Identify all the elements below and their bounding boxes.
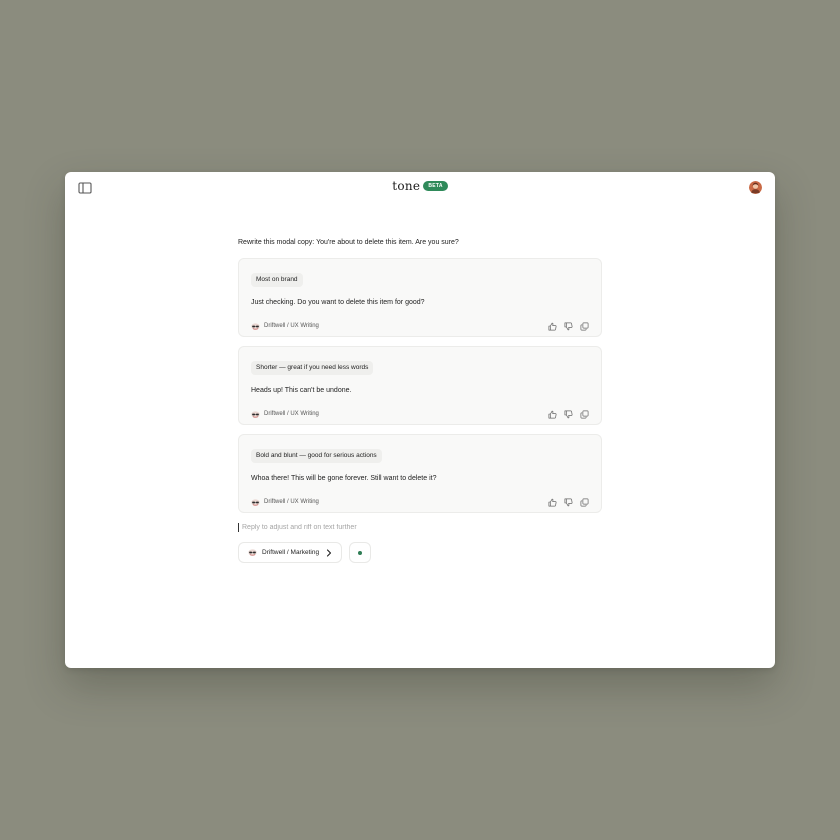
- app-window: tone BETA Rewrite this modal copy: You'r…: [65, 172, 775, 668]
- suggestion-source: Driftwell / UX Writing: [251, 410, 319, 418]
- profile-selector[interactable]: Driftwell / Marketing: [238, 542, 342, 563]
- reply-area: [238, 522, 602, 532]
- suggestion-footer: Driftwell / UX Writing: [251, 321, 589, 331]
- status-button[interactable]: [349, 542, 371, 563]
- thumbs-down-icon[interactable]: [564, 322, 573, 331]
- copy-icon[interactable]: [580, 410, 589, 419]
- brand: tone BETA: [65, 179, 775, 193]
- suggestion-actions: [548, 498, 589, 507]
- suggestion-label: Most on brand: [251, 273, 303, 287]
- suggestion-actions: [548, 322, 589, 331]
- suggestion-card: Shorter — great if you need less words H…: [238, 346, 602, 425]
- thumbs-up-icon[interactable]: [548, 410, 557, 419]
- composer-controls: Driftwell / Marketing: [238, 542, 602, 563]
- suggestion-footer: Driftwell / UX Writing: [251, 497, 589, 507]
- suggestion-source: Driftwell / UX Writing: [251, 498, 319, 506]
- suggestion-actions: [548, 410, 589, 419]
- text-caret: [238, 522, 239, 532]
- suggestion-footer: Driftwell / UX Writing: [251, 409, 589, 419]
- chevron-right-icon: [326, 548, 332, 557]
- avatar[interactable]: [749, 181, 762, 194]
- suggestion-card: Bold and blunt — good for serious action…: [238, 434, 602, 513]
- logo: tone: [392, 179, 421, 193]
- source-label: Driftwell / UX Writing: [264, 323, 319, 329]
- thumbs-down-icon[interactable]: [564, 410, 573, 419]
- thumbs-up-icon[interactable]: [548, 498, 557, 507]
- beta-badge: BETA: [423, 181, 448, 191]
- copy-icon[interactable]: [580, 498, 589, 507]
- thumbs-up-icon[interactable]: [548, 322, 557, 331]
- suggestion-text: Whoa there! This will be gone forever. S…: [251, 475, 437, 482]
- brand-glasses-icon: [251, 498, 260, 506]
- suggestion-text: Just checking. Do you want to delete thi…: [251, 299, 425, 306]
- brand-glasses-icon: [248, 549, 257, 556]
- brand-glasses-icon: [251, 410, 260, 418]
- user-avatar-icon: [749, 181, 762, 194]
- conversation: Rewrite this modal copy: You're about to…: [238, 238, 602, 563]
- status-dot-icon: [358, 550, 362, 555]
- brand-glasses-icon: [251, 322, 260, 330]
- suggestion-text: Heads up! This can't be undone.: [251, 387, 352, 394]
- suggestion-label: Bold and blunt — good for serious action…: [251, 449, 382, 463]
- suggestion-source: Driftwell / UX Writing: [251, 322, 319, 330]
- source-label: Driftwell / UX Writing: [264, 411, 319, 417]
- user-prompt: Rewrite this modal copy: You're about to…: [238, 239, 459, 246]
- thumbs-down-icon[interactable]: [564, 498, 573, 507]
- source-label: Driftwell / UX Writing: [264, 499, 319, 505]
- profile-label: Driftwell / Marketing: [262, 549, 320, 556]
- suggestion-card: Most on brand Just checking. Do you want…: [238, 258, 602, 337]
- copy-icon[interactable]: [580, 322, 589, 331]
- reply-input[interactable]: [242, 523, 542, 531]
- suggestion-label: Shorter — great if you need less words: [251, 361, 374, 375]
